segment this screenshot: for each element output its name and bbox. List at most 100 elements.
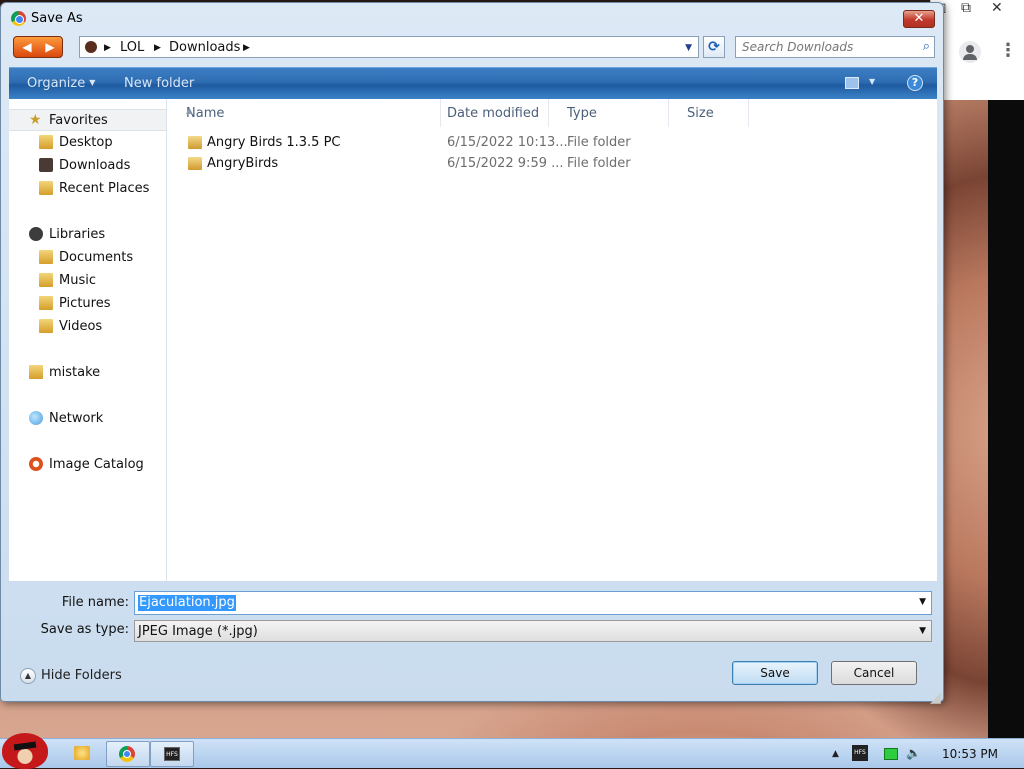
- save-type-label: Save as type:: [40, 622, 129, 637]
- nav-label: mistake: [49, 365, 101, 380]
- dialog-title: Save As: [31, 11, 83, 26]
- libraries-icon: [29, 227, 43, 241]
- chrome-icon: [11, 11, 26, 26]
- breadcrumb-arrow-icon[interactable]: ▶: [243, 40, 250, 56]
- address-bar[interactable]: ▶ LOL ▶ Downloads ▶ ▼: [79, 36, 699, 58]
- show-hidden-icons-button[interactable]: ▲: [832, 749, 839, 759]
- file-type: File folder: [567, 156, 631, 171]
- network-status-icon[interactable]: [884, 748, 898, 760]
- dialog-close-button[interactable]: ✕: [903, 10, 935, 28]
- save-type-select[interactable]: JPEG Image (*.jpg) ▼: [134, 620, 932, 642]
- nav-favorites[interactable]: ★ Favorites: [9, 109, 166, 131]
- nav-label: Pictures: [59, 296, 111, 311]
- chevron-up-icon: ▲: [20, 668, 36, 684]
- nav-label: Favorites: [49, 113, 108, 128]
- nav-label: Videos: [59, 319, 103, 334]
- back-forward-buttons: ◀ ▶: [13, 36, 63, 58]
- close-icon[interactable]: ✕: [991, 0, 1003, 16]
- videos-icon: [39, 319, 53, 333]
- nav-videos[interactable]: Videos: [9, 316, 166, 338]
- file-list: Name ▲ Date modified Type Size Angry Bir…: [168, 99, 937, 581]
- address-row: ◀ ▶ ▶ LOL ▶ Downloads ▶ ▼ ⟳ ⌕: [9, 33, 937, 61]
- homegroup-icon: [29, 365, 43, 379]
- browse-area: ★ Favorites Desktop Downloads Recent Pla…: [9, 99, 937, 581]
- cancel-button[interactable]: Cancel: [831, 661, 917, 685]
- address-dropdown-icon[interactable]: ▼: [685, 40, 692, 56]
- help-button[interactable]: ?: [907, 75, 923, 91]
- column-header-name[interactable]: Name ▲: [168, 99, 441, 127]
- taskbar-explorer-button[interactable]: [64, 742, 104, 766]
- search-box[interactable]: ⌕: [735, 36, 935, 58]
- pictures-icon: [39, 296, 53, 310]
- column-header-size[interactable]: Size: [669, 99, 749, 127]
- column-header-date-modified[interactable]: Date modified: [429, 99, 549, 127]
- save-button[interactable]: Save: [732, 661, 818, 685]
- nav-network[interactable]: Network: [9, 408, 166, 430]
- profile-avatar-icon[interactable]: [959, 41, 981, 63]
- nav-label: Documents: [59, 250, 134, 265]
- volume-icon[interactable]: 🔈: [906, 746, 921, 760]
- maximize-icon[interactable]: ⧉: [961, 0, 971, 16]
- navigation-pane: ★ Favorites Desktop Downloads Recent Pla…: [9, 99, 167, 581]
- nav-downloads[interactable]: Downloads: [9, 155, 166, 177]
- file-type: File folder: [567, 135, 631, 150]
- new-folder-button[interactable]: New folder: [124, 76, 194, 91]
- tray-hfs-icon[interactable]: HFS: [852, 745, 868, 761]
- documents-icon: [39, 250, 53, 264]
- breadcrumb-arrow-icon[interactable]: ▶: [154, 40, 161, 56]
- clock[interactable]: 10:53 PM: [942, 747, 998, 761]
- file-name-field[interactable]: Ejaculation.jpg ▼: [134, 591, 932, 615]
- taskbar-hfs-button[interactable]: HFS: [150, 741, 194, 767]
- nav-mistake[interactable]: mistake: [9, 362, 166, 384]
- folder-icon: [74, 746, 90, 760]
- search-input[interactable]: [736, 37, 912, 57]
- column-label: Size: [687, 106, 714, 121]
- start-button-angry-bird-icon[interactable]: [2, 733, 48, 769]
- taskbar-chrome-button[interactable]: [106, 741, 150, 767]
- view-dropdown-icon[interactable]: ▼: [869, 77, 875, 86]
- photo-border: [988, 100, 1024, 740]
- nav-label: Network: [49, 411, 104, 426]
- taskbar: HFS ▲ HFS 🔈 10:53 PM: [0, 733, 1024, 769]
- organize-button[interactable]: Organize ▼: [27, 76, 95, 91]
- nav-music[interactable]: Music: [9, 270, 166, 292]
- network-icon: [29, 411, 43, 425]
- browser-menu-icon[interactable]: ⋮: [999, 40, 1017, 62]
- hfs-icon: HFS: [164, 747, 180, 761]
- nav-pictures[interactable]: Pictures: [9, 293, 166, 315]
- back-button[interactable]: ◀: [16, 39, 38, 55]
- column-header-type[interactable]: Type: [549, 99, 669, 127]
- nav-label: Libraries: [49, 227, 106, 242]
- breadcrumb-arrow-icon[interactable]: ▶: [104, 40, 111, 56]
- file-date: 6/15/2022 9:59 ...: [447, 156, 564, 171]
- nav-documents[interactable]: Documents: [9, 247, 166, 269]
- nav-label: Image Catalog: [49, 457, 144, 472]
- refresh-button[interactable]: ⟳: [703, 36, 725, 58]
- file-name-value[interactable]: Ejaculation.jpg: [138, 595, 236, 611]
- column-label: Date modified: [447, 106, 540, 121]
- star-icon: ★: [29, 112, 42, 128]
- view-icon[interactable]: [845, 77, 859, 89]
- folder-icon: [188, 136, 202, 149]
- folder-icon: [188, 157, 202, 170]
- nav-desktop[interactable]: Desktop: [9, 132, 166, 154]
- nav-label: Downloads: [59, 158, 131, 173]
- dialog-titlebar[interactable]: Save As ✕: [1, 3, 943, 33]
- chevron-down-icon: ▼: [89, 78, 96, 87]
- save-type-dropdown-icon[interactable]: ▼: [919, 626, 926, 636]
- downloads-icon: [39, 158, 53, 172]
- sort-ascending-icon: ▲: [186, 106, 193, 115]
- resize-grip-icon[interactable]: ◢: [930, 690, 948, 708]
- browser-window-edge: ◻ ⧉ ✕ ⋮: [930, 0, 1024, 100]
- breadcrumb-downloads[interactable]: Downloads: [169, 40, 240, 55]
- music-icon: [39, 273, 53, 287]
- nav-recent-places[interactable]: Recent Places: [9, 178, 166, 200]
- search-icon[interactable]: ⌕: [923, 39, 930, 54]
- forward-button[interactable]: ▶: [39, 39, 61, 55]
- nav-image-catalog[interactable]: Image Catalog: [9, 454, 166, 476]
- nav-label: Music: [59, 273, 96, 288]
- breadcrumb-lol[interactable]: LOL: [120, 40, 144, 55]
- file-name-dropdown-icon[interactable]: ▼: [919, 597, 926, 607]
- desktop-icon: [39, 135, 53, 149]
- nav-libraries[interactable]: Libraries: [9, 224, 166, 246]
